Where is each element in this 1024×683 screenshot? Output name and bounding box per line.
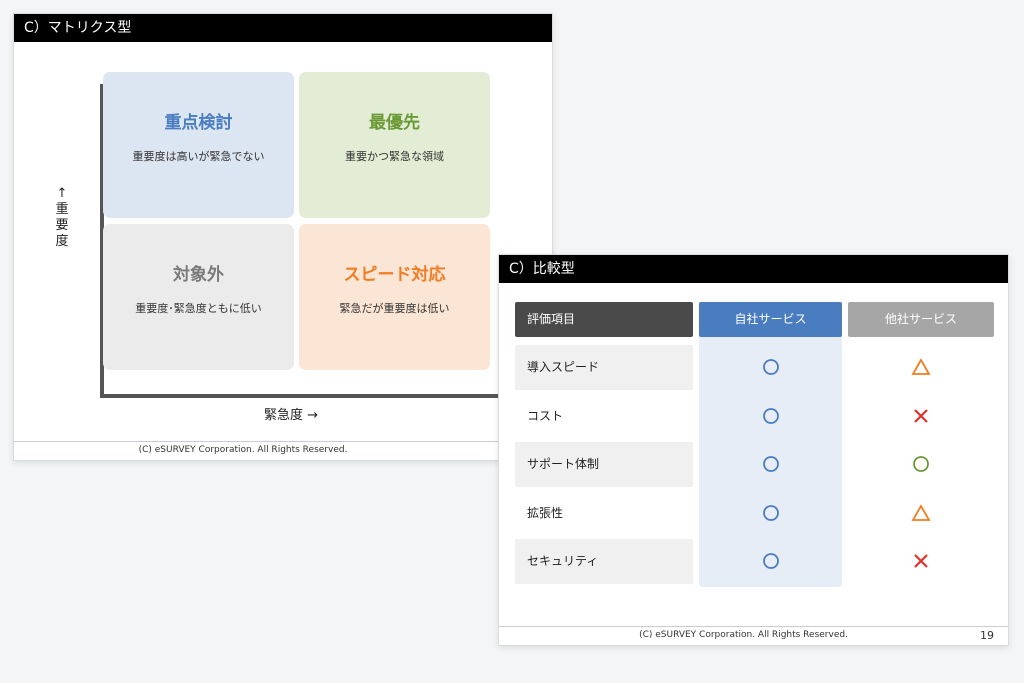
quadrant-title: 対象外 — [173, 265, 224, 285]
page-number: 19 — [980, 629, 994, 642]
own-circle-icon — [761, 551, 781, 571]
quadrant-title: スピード対応 — [343, 265, 446, 285]
own-circle-icon — [761, 406, 781, 426]
matrix-slide[interactable]: C）マトリクス型 ↑ 重 要 度 重点検討 重要度は高いが緊急でない 最優先 重… — [13, 13, 553, 461]
y-axis-char: 度 — [55, 234, 69, 249]
other-triangle-icon — [911, 503, 931, 523]
quadrant-subtitle: 重要かつ緊急な領域 — [345, 150, 444, 163]
other-cross-icon — [911, 551, 931, 571]
row-label: 拡張性 — [527, 505, 564, 520]
slide-footer: (C) eSURVEY Corporation. All Rights Rese… — [14, 441, 552, 460]
x-axis-line — [100, 394, 502, 398]
other-circle-green-icon — [911, 454, 931, 474]
row-label: サポート体制 — [515, 442, 693, 487]
quadrant-title: 最優先 — [369, 113, 420, 133]
copyright-text: (C) eSURVEY Corporation. All Rights Rese… — [639, 630, 848, 640]
header-item: 評価項目 — [515, 302, 693, 337]
copyright-text: (C) eSURVEY Corporation. All Rights Rese… — [138, 445, 348, 455]
x-axis-label: 緊急度 → — [264, 408, 319, 423]
quadrant-top-right: 最優先 重要かつ緊急な領域 — [299, 72, 490, 218]
comparison-slide[interactable]: C）比較型 評価項目 自社サービス 他社サービス 導入スピードコストサポート体制… — [498, 254, 1009, 646]
quadrant-subtitle: 重要度は高いが緊急でない — [132, 150, 265, 163]
quadrant-subtitle: 緊急だが重要度は低い — [339, 302, 450, 315]
slide-title: C）比較型 — [499, 255, 1008, 283]
slide-footer: (C) eSURVEY Corporation. All Rights Rese… — [499, 626, 1008, 645]
row-label: セキュリティ — [515, 539, 693, 584]
quadrant-bottom-right: スピード対応 緊急だが重要度は低い — [299, 224, 490, 370]
slide-title: C）マトリクス型 — [14, 14, 552, 42]
y-axis-char: 重 — [55, 202, 69, 217]
row-label: コスト — [527, 408, 564, 423]
quadrant-top-left: 重点検討 重要度は高いが緊急でない — [103, 72, 294, 218]
quadrant-bottom-left: 対象外 重要度･緊急度ともに低い — [103, 224, 294, 370]
row-label: 導入スピード — [515, 345, 693, 390]
header-own-service: 自社サービス — [699, 302, 842, 337]
own-circle-icon — [761, 357, 781, 377]
own-circle-icon — [761, 503, 781, 523]
quadrant-subtitle: 重要度･緊急度ともに低い — [135, 302, 262, 315]
own-circle-icon — [761, 454, 781, 474]
header-other-service: 他社サービス — [848, 302, 994, 337]
y-axis-label: ↑ 重 要 度 — [54, 186, 70, 250]
other-triangle-icon — [911, 357, 931, 377]
other-cross-icon — [911, 406, 931, 426]
y-axis-char: 要 — [55, 218, 69, 233]
quadrant-title: 重点検討 — [164, 113, 233, 133]
up-arrow-icon: ↑ — [56, 186, 68, 201]
